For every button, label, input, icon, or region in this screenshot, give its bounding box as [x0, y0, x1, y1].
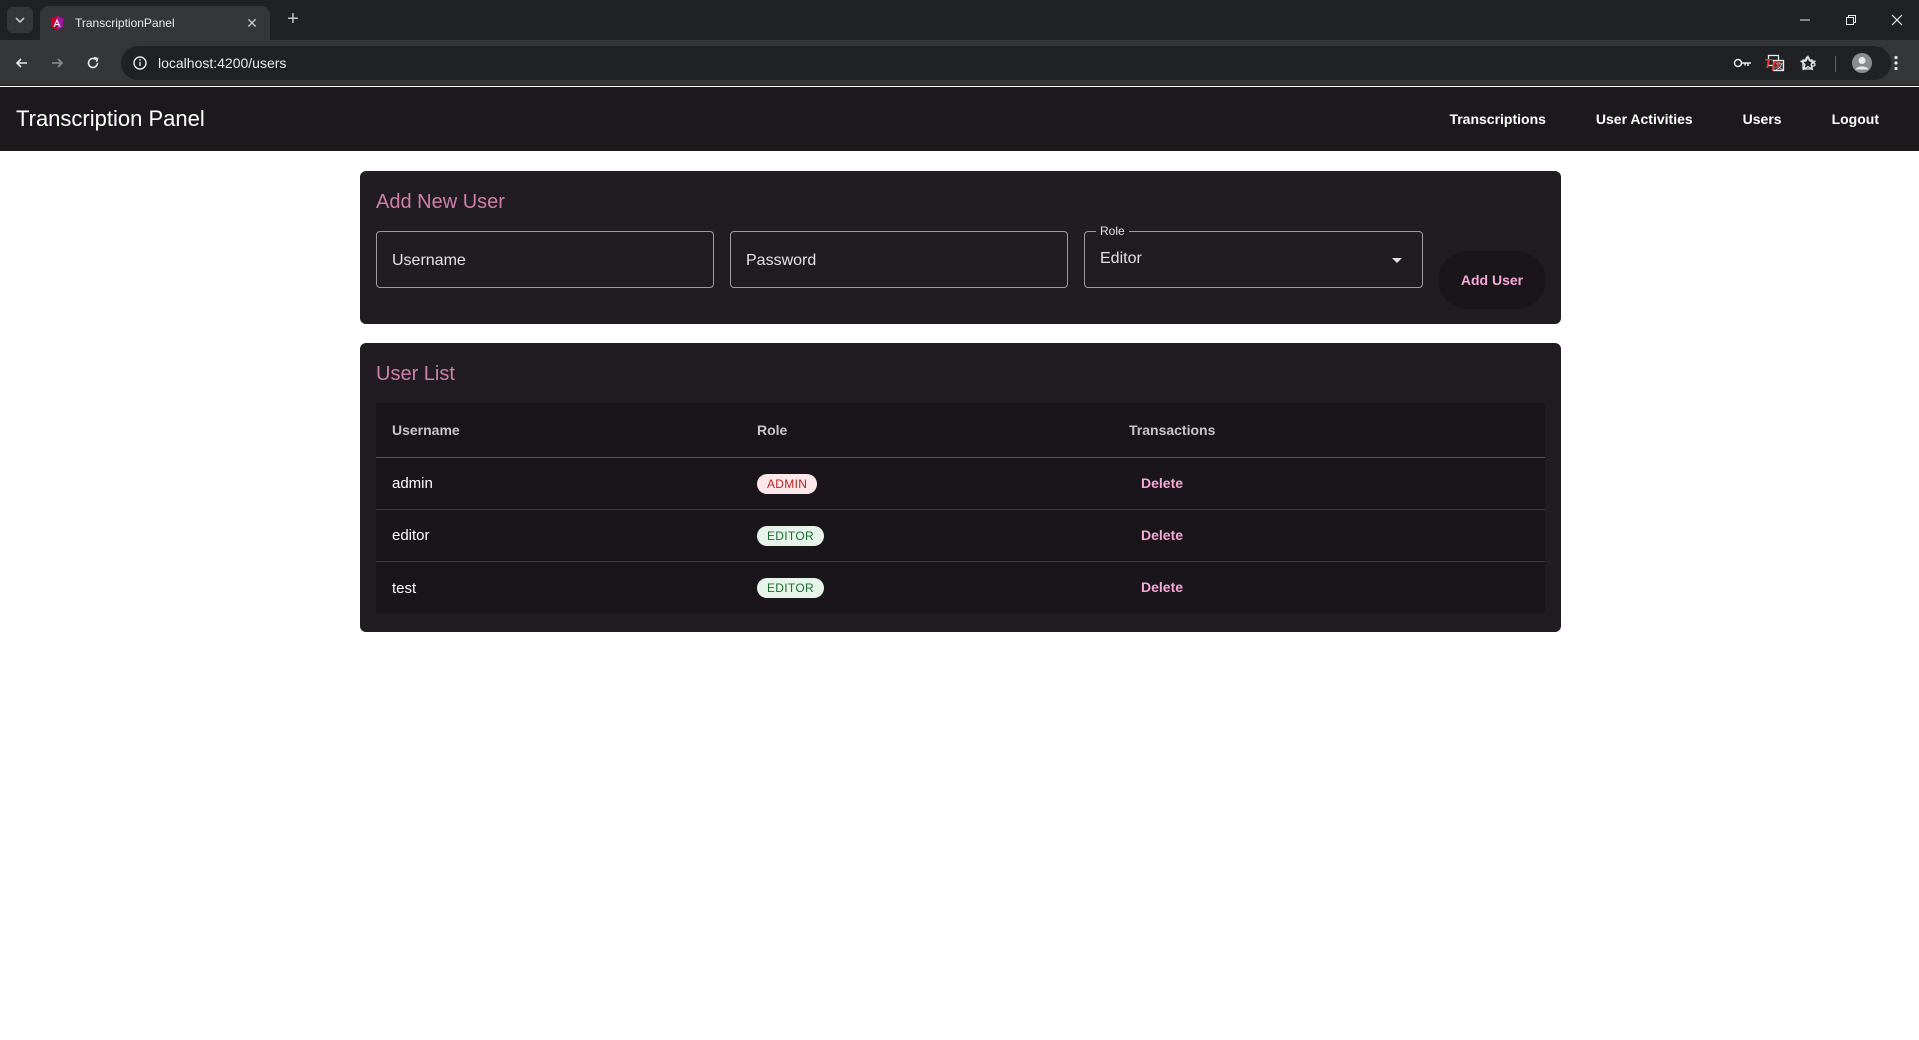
table-header: Username Role Transactions — [376, 403, 1545, 458]
table-row: admin ADMIN Delete — [376, 458, 1545, 510]
restore-icon[interactable] — [1836, 8, 1866, 32]
browser-toolbar: localhost:4200/users 文 Tp — [0, 40, 1919, 86]
tab-search-icon[interactable] — [7, 7, 33, 33]
role-label: Role — [1096, 224, 1129, 238]
username-cell: editor — [392, 527, 430, 544]
nav-user-activities[interactable]: User Activities — [1571, 111, 1718, 127]
col-role: Role — [757, 422, 788, 438]
password-field[interactable]: Password — [730, 231, 1068, 288]
delete-button[interactable]: Delete — [1141, 579, 1183, 595]
url-text: localhost:4200/users — [158, 55, 287, 71]
nav-transcriptions[interactable]: Transcriptions — [1424, 111, 1570, 127]
reload-icon[interactable] — [81, 51, 105, 75]
app-nav: Transcriptions User Activities Users Log… — [1424, 87, 1903, 151]
tab-title: TranscriptionPanel — [75, 16, 175, 30]
app-title: Transcription Panel — [16, 106, 205, 131]
profile-avatar-icon[interactable] — [1851, 52, 1873, 74]
username-cell: test — [392, 579, 417, 597]
add-user-card: Add New User Username Password Role Edit… — [360, 171, 1561, 324]
password-placeholder: Password — [746, 252, 817, 269]
role-value: Editor — [1100, 250, 1142, 267]
key-icon[interactable] — [1732, 52, 1754, 74]
user-list-card: User List Username Role Transactions adm… — [360, 343, 1561, 632]
username-placeholder: Username — [392, 252, 466, 269]
toolbar-divider — [1835, 56, 1836, 72]
users-table: Username Role Transactions admin ADMIN D… — [376, 403, 1545, 614]
dropdown-arrow-icon — [1392, 258, 1402, 263]
angular-favicon — [50, 16, 64, 30]
col-username: Username — [392, 422, 460, 438]
browser-tab[interactable]: TranscriptionPanel ✕ — [40, 6, 270, 40]
forward-arrow-icon[interactable] — [45, 51, 69, 75]
delete-button[interactable]: Delete — [1141, 475, 1183, 491]
extensions-icon[interactable] — [1797, 52, 1819, 74]
role-badge-admin: ADMIN — [757, 473, 818, 494]
role-badge-editor: EDITOR — [757, 578, 824, 598]
delete-button[interactable]: Delete — [1141, 527, 1183, 543]
address-bar[interactable]: localhost:4200/users 文 — [121, 46, 1891, 80]
close-icon[interactable]: ✕ — [244, 15, 260, 32]
username-cell: admin — [392, 475, 433, 492]
browser-tabstrip: TranscriptionPanel ✕ + — [0, 0, 1919, 40]
username-field[interactable]: Username — [376, 231, 714, 288]
role-select[interactable]: Role Editor — [1084, 224, 1423, 288]
add-user-title: Add New User — [376, 191, 505, 213]
app-toolbar: Transcription Panel Transcriptions User … — [0, 87, 1919, 151]
site-info-icon[interactable] — [132, 55, 148, 71]
table-row: test EDITOR Delete — [376, 562, 1545, 614]
add-user-button[interactable]: Add User — [1438, 251, 1546, 309]
kebab-menu-icon[interactable] — [1885, 52, 1907, 74]
user-list-title: User List — [376, 363, 455, 385]
nav-logout[interactable]: Logout — [1807, 111, 1903, 127]
back-arrow-icon[interactable] — [10, 51, 34, 75]
table-row: editor EDITOR Delete — [376, 510, 1545, 562]
nav-users[interactable]: Users — [1718, 111, 1807, 127]
role-badge-editor: EDITOR — [757, 525, 824, 546]
col-transactions: Transactions — [1129, 422, 1216, 438]
minimize-icon[interactable] — [1790, 8, 1820, 32]
new-tab-button[interactable]: + — [282, 9, 304, 31]
extension-tp-icon[interactable]: Tp — [1761, 52, 1783, 74]
window-close-icon[interactable] — [1882, 8, 1912, 32]
